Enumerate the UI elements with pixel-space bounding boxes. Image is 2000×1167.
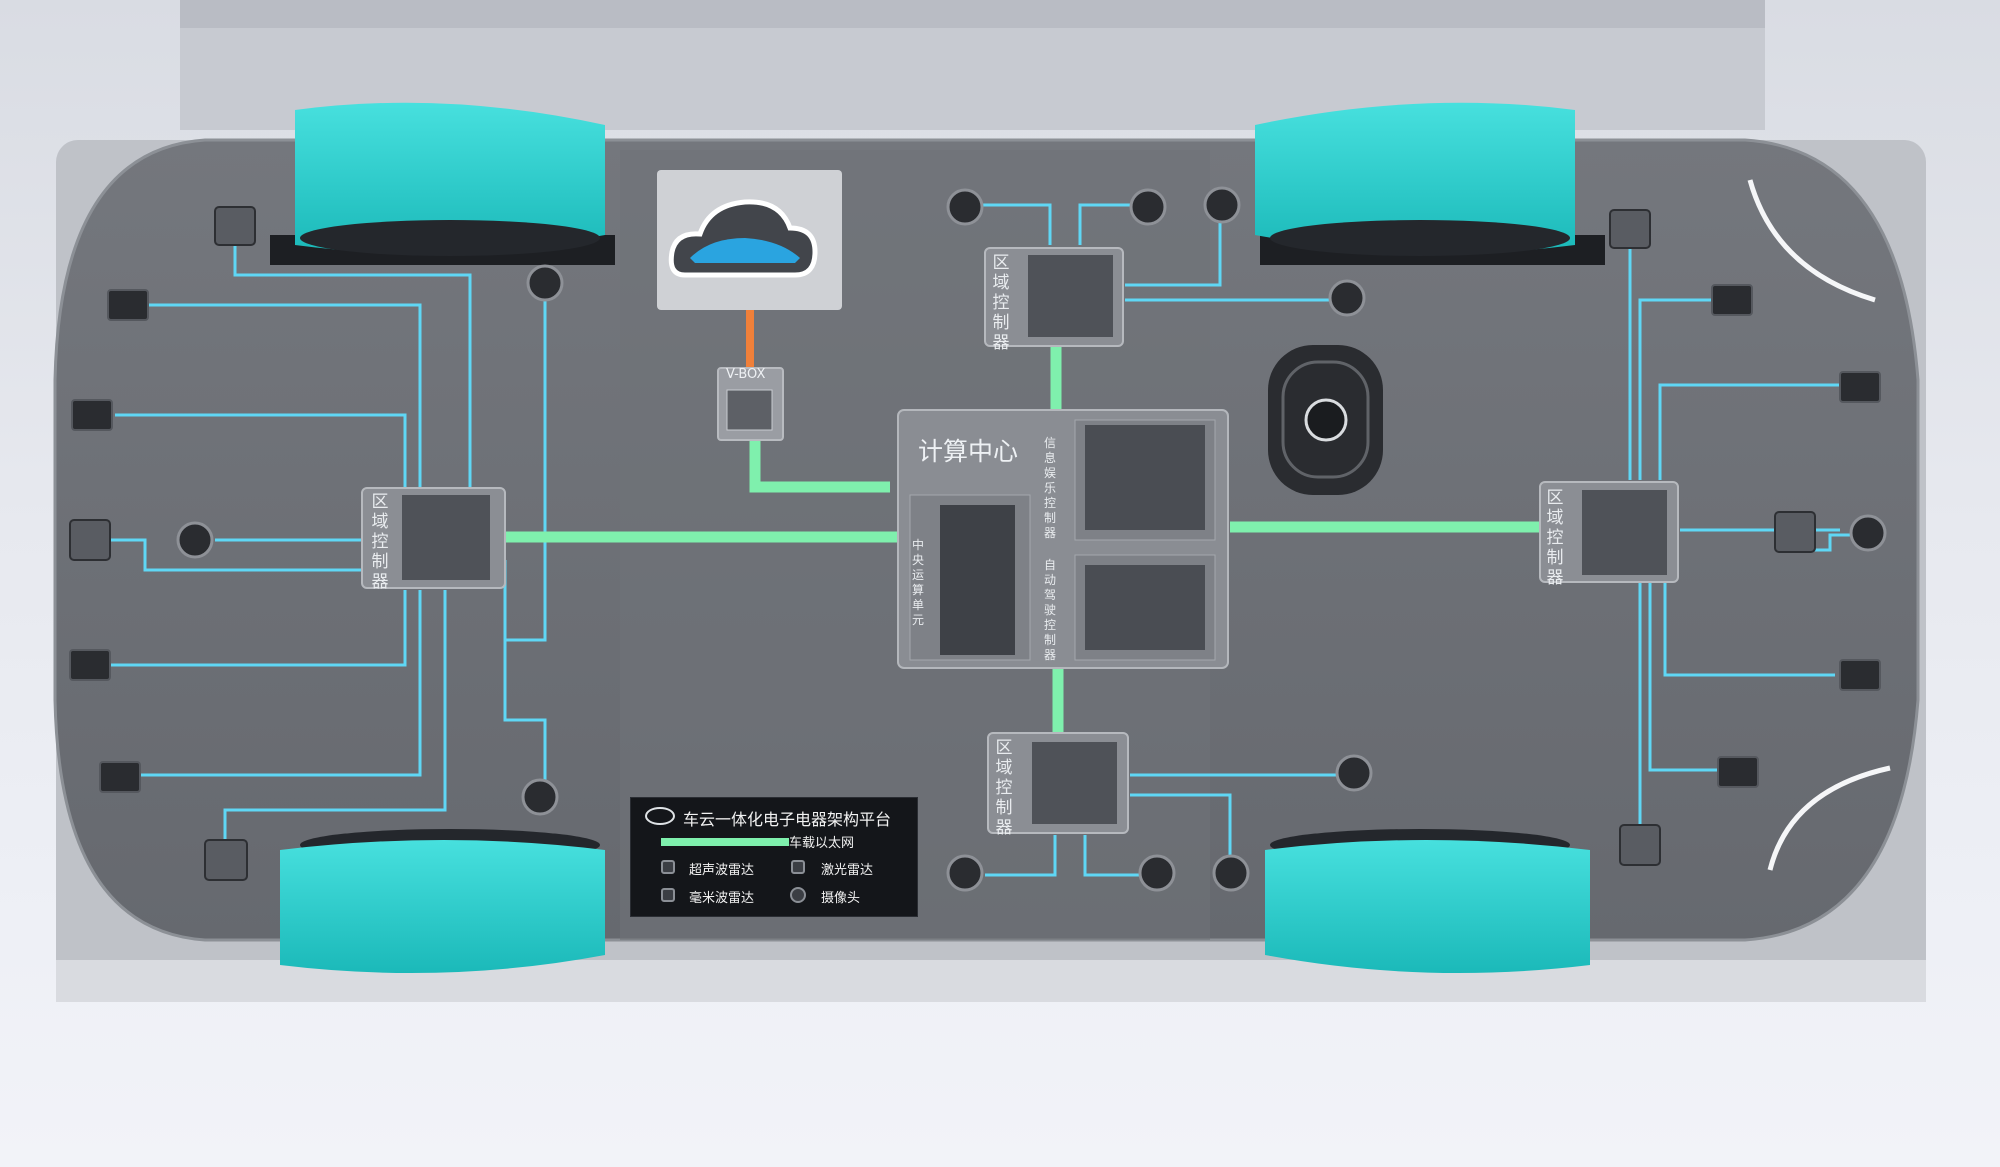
- ultrasonic-sensor: [69, 519, 111, 561]
- mmwave-radar: [99, 761, 141, 793]
- lidar-label: 激光雷达: [821, 863, 874, 878]
- ultrasonic-sensor: [204, 839, 248, 881]
- central-unit-label: 中央运算单元: [911, 538, 924, 627]
- vbox-label: V-BOX: [726, 367, 766, 382]
- camera: [176, 521, 214, 559]
- camera: [1849, 514, 1887, 552]
- legend-title: 车云一体化电子电器架构平台: [683, 810, 892, 829]
- camera: [1335, 754, 1373, 792]
- camera: [1328, 279, 1366, 317]
- zone-controller-right-label: 区域控制器: [1546, 488, 1564, 588]
- mmwave-radar: [1711, 284, 1753, 316]
- zone-controller-left-label: 区域控制器: [371, 492, 389, 592]
- ultrasonic-label: 超声波雷达: [689, 863, 755, 878]
- ultrasonic-sensor: [214, 206, 256, 246]
- zone-controller-top-label: 区域控制器: [992, 253, 1010, 353]
- mmwave-radar: [107, 289, 149, 321]
- camera: [1129, 188, 1167, 226]
- mmwave-swatch-icon: [661, 888, 675, 902]
- camera: [521, 778, 559, 816]
- compute-center-title: 计算中心: [918, 437, 1019, 466]
- wheel-rear-right: [1265, 829, 1590, 973]
- zone-controller-bottom-label: 区域控制器: [995, 738, 1013, 838]
- wheel-front-left: [270, 102, 615, 265]
- ultrasonic-sensor: [1609, 209, 1651, 249]
- ultrasonic-sensor: [1619, 824, 1661, 866]
- back-box-top: [180, 0, 1765, 28]
- mmwave-radar: [69, 649, 111, 681]
- camera: [946, 188, 984, 226]
- cloud-box: [657, 170, 842, 310]
- camera: [1138, 854, 1176, 892]
- legend: 车云一体化电子电器架构平台 车载以太网 超声波雷达 激光雷达 毫米波雷达 摄像头: [630, 797, 918, 917]
- autodrive-controller-label: 自动驾驶控制器: [1043, 558, 1056, 662]
- mmwave-radar: [1839, 659, 1881, 691]
- mmwave-radar: [1839, 371, 1881, 403]
- architecture-diagram: [53, 0, 1926, 1002]
- mmwave-label: 毫米波雷达: [689, 891, 755, 906]
- wheel-rear-left: [280, 829, 605, 973]
- camera: [946, 854, 984, 892]
- ultrasonic-sensor: [1774, 511, 1816, 553]
- camera: [1203, 186, 1241, 224]
- steering-wheel-icon: [1268, 345, 1383, 495]
- ultrasonic-swatch-icon: [661, 860, 675, 874]
- camera: [1212, 854, 1250, 892]
- infotainment-controller-label: 信息娱乐控制器: [1043, 436, 1056, 540]
- camera-label: 摄像头: [821, 891, 861, 906]
- lidar-swatch-icon: [791, 860, 805, 874]
- mmwave-radar: [1717, 756, 1759, 788]
- camera-swatch-icon: [790, 887, 806, 903]
- brand-logo-icon: [645, 807, 675, 825]
- ethernet-label: 车载以太网: [789, 836, 855, 851]
- mmwave-radar: [71, 399, 113, 431]
- camera: [526, 264, 564, 302]
- wheel-front-right: [1255, 102, 1605, 265]
- ethernet-swatch: [661, 838, 789, 846]
